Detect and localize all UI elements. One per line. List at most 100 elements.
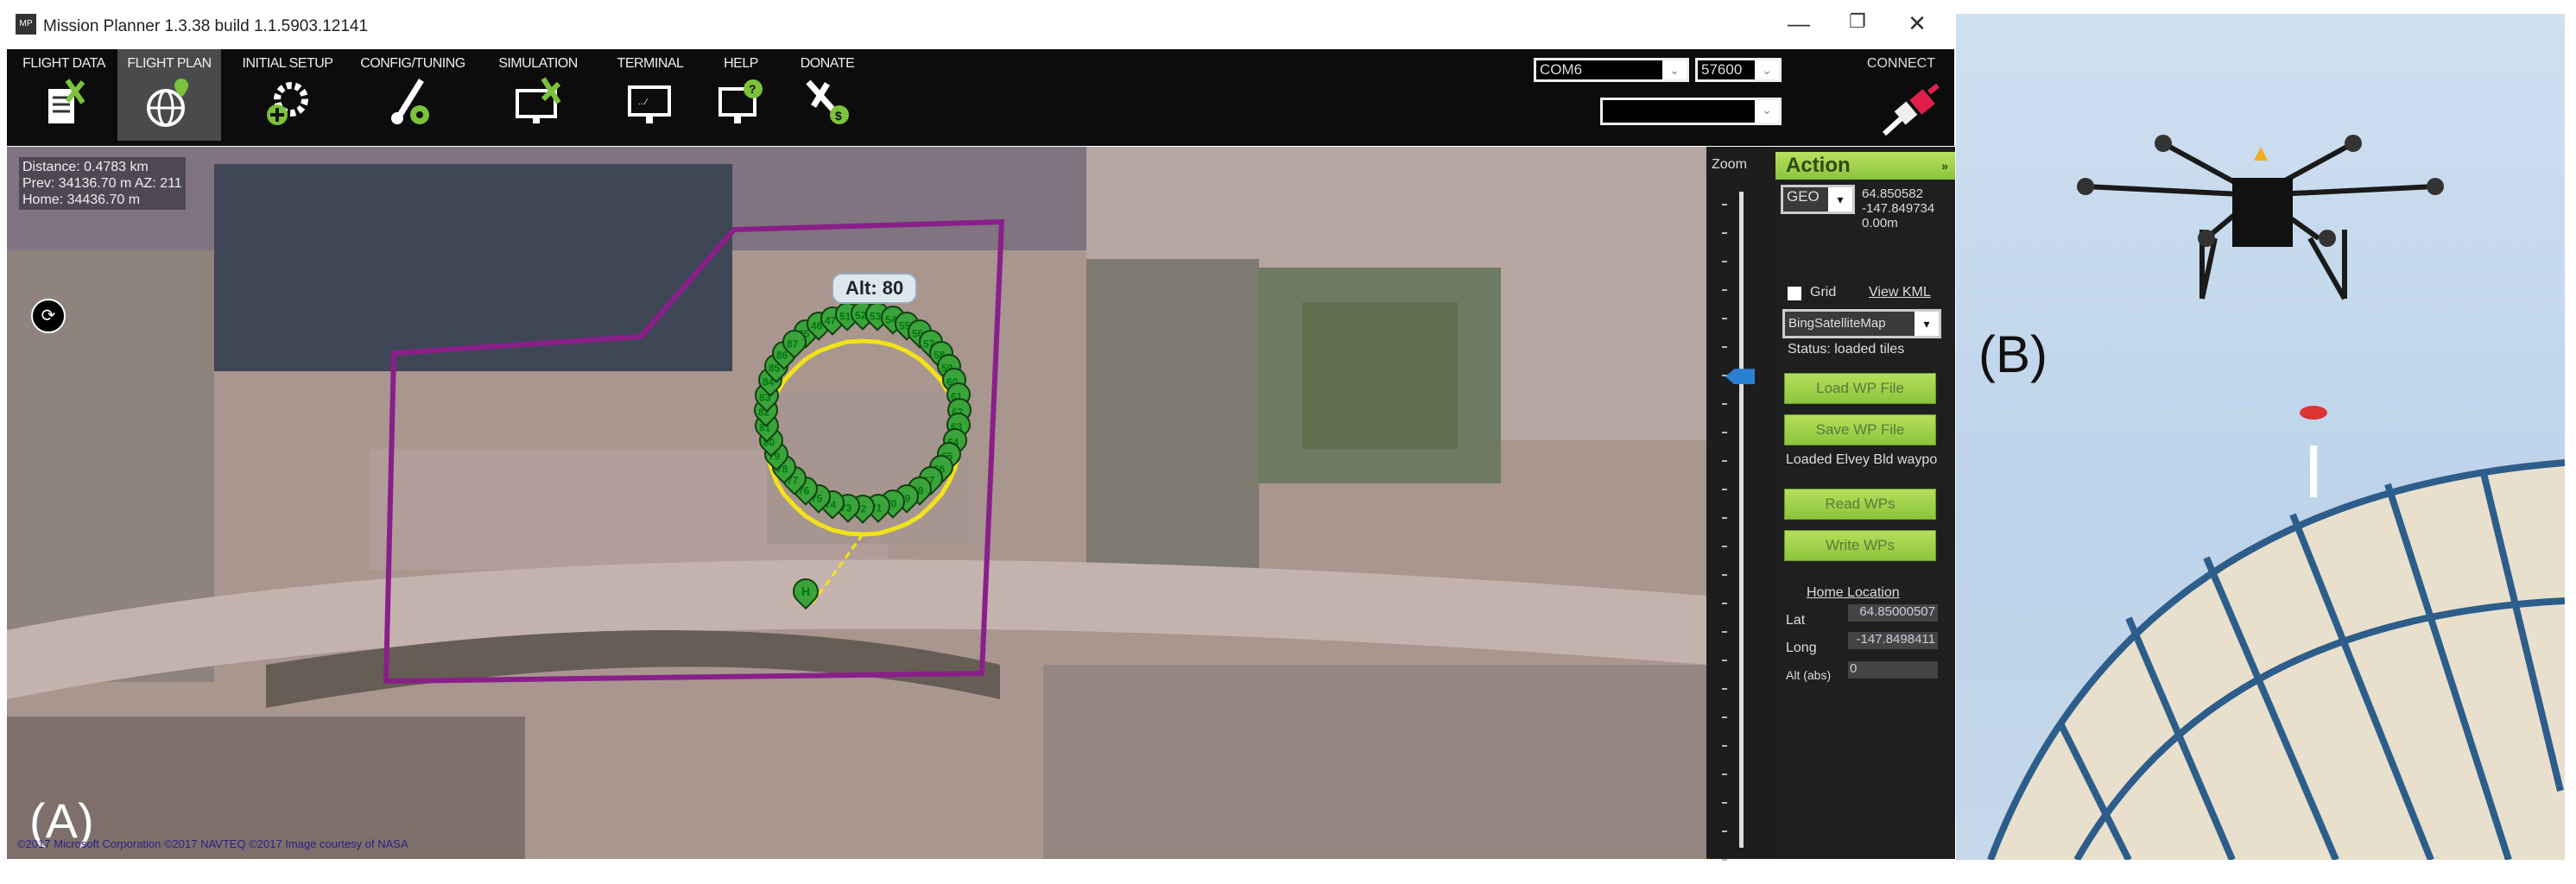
donate-icon: $ (806, 79, 849, 124)
home-alt-input[interactable]: 0 (1848, 661, 1938, 679)
app-icon: MP (16, 14, 36, 35)
waypoint-number: 87 (786, 338, 799, 350)
dropdown-arrow-icon: ▾ (1915, 312, 1939, 336)
home-marker-label: H (801, 584, 811, 598)
zoom-tick (1722, 859, 1727, 861)
map-status: Status: loaded tiles (1788, 342, 1905, 357)
chevron-down-icon: ⌄ (1662, 60, 1687, 79)
zoom-tick (1722, 631, 1727, 633)
chevron-down-icon: ⌄ (1755, 100, 1779, 123)
minimize-button[interactable]: — (1782, 10, 1816, 37)
tab-label: TERMINAL (617, 56, 684, 71)
grid-label: Grid (1810, 285, 1837, 300)
zoom-slider-track[interactable] (1739, 192, 1744, 848)
terminal-icon: ...⁄ (628, 85, 671, 123)
home-long-input[interactable]: -147.8498411 (1848, 632, 1938, 649)
zoom-tick (1722, 774, 1727, 775)
zoom-tick (1722, 489, 1727, 490)
read-wps-button[interactable]: Read WPs (1784, 489, 1936, 520)
tab-flight-plan[interactable]: FLIGHT PLAN (117, 49, 221, 141)
tab-label: HELP (724, 56, 758, 71)
tab-simulation[interactable]: SIMULATION (482, 49, 594, 141)
cursor-lng: -147.849734 (1862, 201, 1935, 216)
save-wp-file-button[interactable]: Save WP File (1784, 414, 1936, 445)
connect-plug-icon[interactable] (1881, 82, 1941, 137)
zoom-tick (1722, 318, 1727, 319)
connect-label: CONNECT (1866, 56, 1935, 71)
port-select[interactable]: COM6 ⌄ (1534, 58, 1689, 82)
home-lat-input[interactable]: 64.85000507 (1848, 604, 1938, 622)
action-title: Action (1786, 154, 1851, 177)
tab-initial-setup[interactable]: INITIAL SETUP (231, 49, 344, 141)
drone-photo: (B) (1956, 14, 2565, 860)
home-alt-label: Alt (abs) (1786, 668, 1832, 682)
distance-readout: Distance: 0.4783 km Prev: 34136.70 m AZ:… (19, 157, 186, 210)
flight-data-icon (48, 79, 85, 123)
map-view[interactable]: 4546475152535455565758596061626364656667… (7, 147, 1706, 859)
flight-plan-icon (147, 79, 188, 127)
zoom-tick (1722, 204, 1727, 205)
initial-setup-icon (267, 82, 308, 125)
cursor-alt: 0.00m (1862, 216, 1898, 230)
map-provider-value: BingSatelliteMap (1788, 316, 1886, 331)
grid-checkbox[interactable] (1788, 287, 1801, 300)
zoom-tick (1722, 546, 1727, 547)
help-icon: ? (718, 79, 763, 123)
zoom-tick (1722, 346, 1727, 348)
home-location-link[interactable]: Home Location (1807, 585, 1900, 601)
compass-icon[interactable]: ⟳ (31, 299, 66, 333)
zoom-tick (1722, 745, 1727, 747)
write-wps-button[interactable]: Write WPs (1784, 530, 1936, 561)
cursor-lat: 64.850582 (1862, 186, 1923, 201)
tab-label: CONFIG/TUNING (360, 56, 465, 71)
zoom-tick (1722, 460, 1727, 462)
zoom-tick (1722, 603, 1727, 604)
zoom-tick (1722, 517, 1727, 519)
prev-text: Prev: 34136.70 m AZ: 211 (22, 176, 182, 191)
tab-flight-data[interactable]: FLIGHT DATA (12, 49, 116, 141)
baud-select[interactable]: 57600 ⌄ (1695, 58, 1782, 82)
altitude-tooltip: Alt: 80 (832, 273, 918, 304)
tab-label: FLIGHT DATA (22, 56, 105, 71)
zoom-tick (1722, 574, 1727, 576)
zoom-tick (1722, 232, 1727, 234)
tab-config-tuning[interactable]: CONFIG/TUNING (352, 49, 473, 141)
window-title: Mission Planner 1.3.38 build 1.1.5903.12… (43, 17, 369, 35)
zoom-panel: Zoom (1706, 147, 1775, 861)
zoom-tick (1722, 660, 1727, 661)
map-provider-select[interactable]: BingSatelliteMap ▾ (1782, 309, 1941, 338)
zoom-tick (1722, 403, 1727, 405)
chevron-down-icon: ⌄ (1755, 60, 1779, 79)
zoom-tick (1722, 717, 1727, 718)
svg-text:...⁄: ...⁄ (638, 98, 648, 107)
zoom-tick (1722, 688, 1727, 690)
tab-label: SIMULATION (498, 56, 578, 71)
link-select[interactable]: ⌄ (1600, 98, 1782, 125)
home-distance-text: Home: 34436.70 m (22, 193, 141, 207)
port-value: COM6 (1540, 61, 1583, 78)
tab-terminal[interactable]: TERMINAL ...⁄ (603, 49, 698, 141)
tab-label: INITIAL SETUP (242, 56, 333, 71)
action-header[interactable]: Action » (1775, 152, 1955, 180)
config-tuning-icon (391, 79, 429, 124)
close-button[interactable]: ✕ (1900, 10, 1934, 37)
distance-text: Distance: 0.4783 km (22, 160, 149, 174)
collapse-icon[interactable]: » (1941, 152, 1948, 180)
baud-value: 57600 (1701, 61, 1743, 78)
tab-donate[interactable]: DONATE $ (784, 49, 870, 141)
hexacopter-over-dish-image (1987, 135, 2565, 860)
zoom-label: Zoom (1712, 157, 1747, 172)
action-panel: Action » GEO ▾ 64.850582 -147.849734 0.00m… (1775, 147, 1955, 859)
map-copyright: ©2017 Microsoft Corporation ©2017 NAVTEQ… (17, 837, 408, 850)
loaded-message: Loaded Elvey Bld waypo (1786, 452, 1938, 467)
zoom-tick (1722, 432, 1727, 433)
load-wp-file-button[interactable]: Load WP File (1784, 373, 1936, 404)
coord-system-select[interactable]: GEO ▾ (1781, 185, 1855, 214)
view-kml-link[interactable]: View KML (1869, 285, 1931, 300)
zoom-slider-thumb[interactable] (1725, 369, 1755, 385)
svg-text:?: ? (749, 82, 756, 96)
maximize-button[interactable]: ❐ (1840, 10, 1875, 33)
tab-help[interactable]: HELP ? (698, 49, 784, 141)
zoom-tick (1722, 830, 1727, 832)
title-bar: MP Mission Planner 1.3.38 build 1.1.5903… (7, 0, 1954, 48)
